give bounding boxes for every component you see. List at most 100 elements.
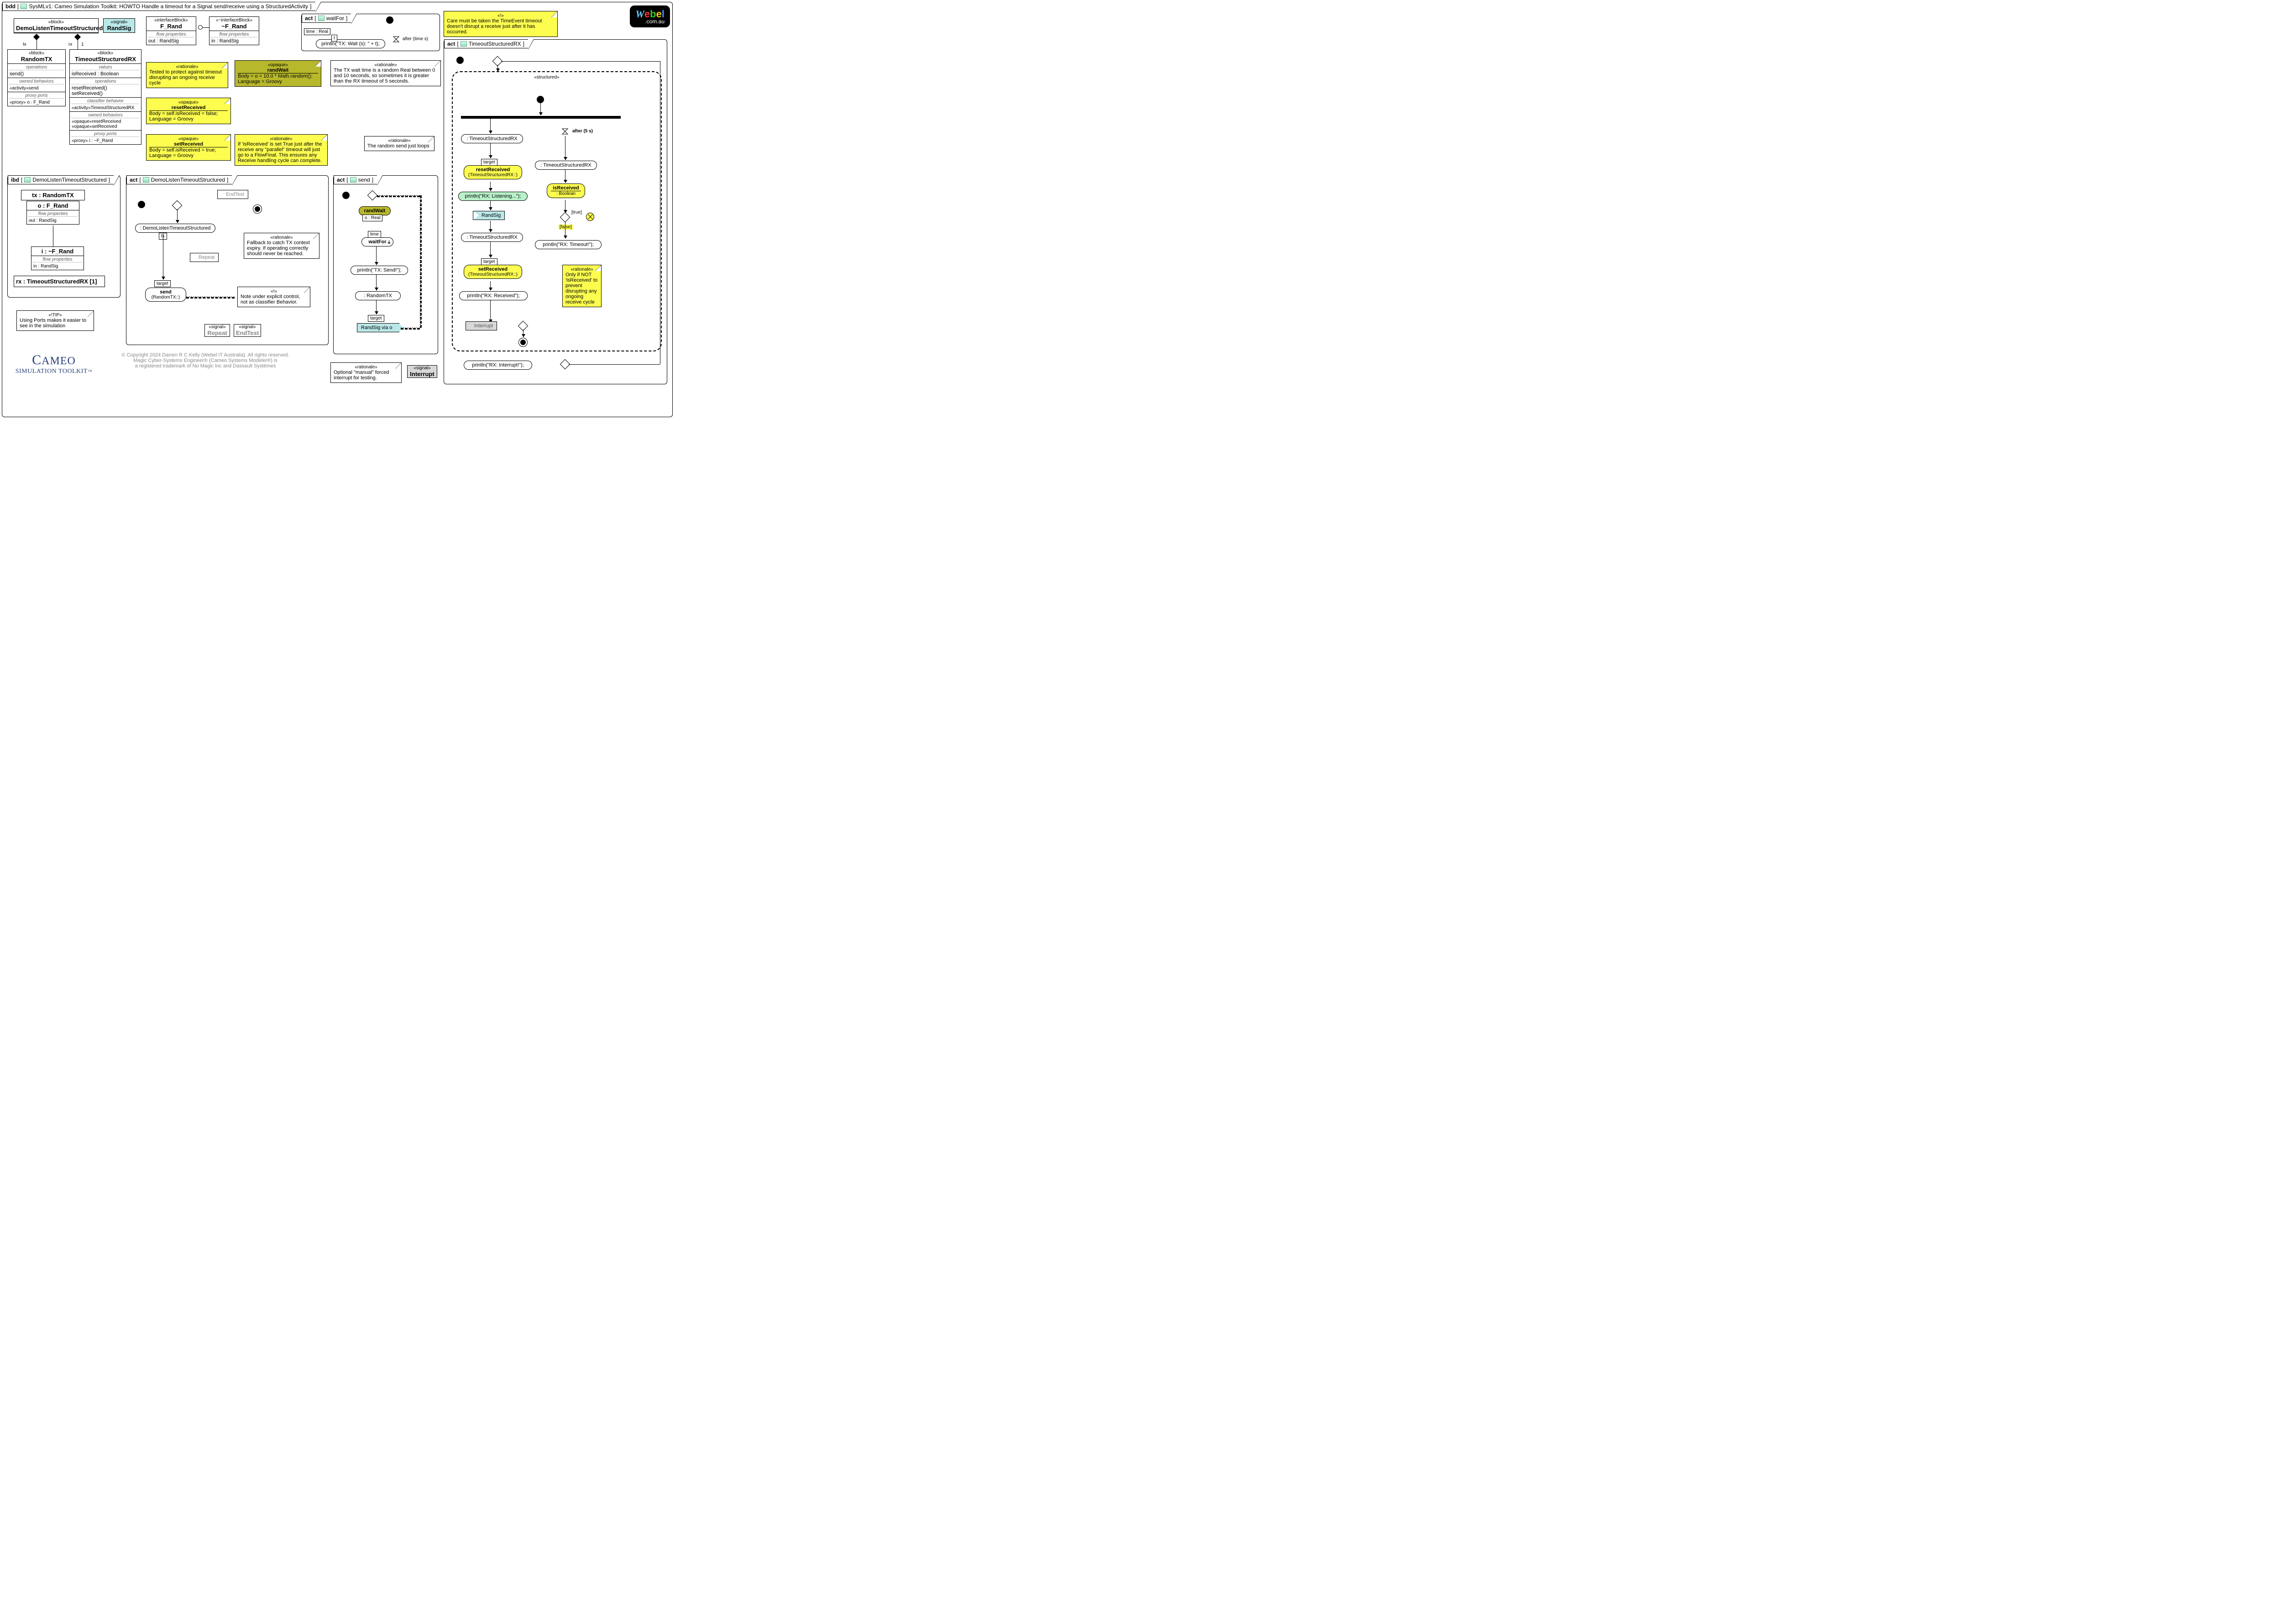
arrow — [490, 182, 491, 191]
accept-randsig: RandSig — [473, 211, 505, 220]
println-listening: println("RX: Listening..."); — [458, 192, 528, 201]
nm: EndTest — [234, 330, 261, 336]
send-randsig-via-o: RandSig via o — [357, 323, 399, 332]
arrow — [490, 143, 491, 158]
nm: TimeoutStructuredRX — [72, 56, 139, 63]
st: «rationale» — [334, 63, 438, 68]
nm: setReceived — [149, 141, 228, 147]
call-waitfor: waitFor ⏚ — [361, 237, 393, 246]
activity-icon — [143, 177, 149, 183]
v: «activity»TimeoutStructuredRX — [72, 105, 134, 110]
b: If 'isReceived' is set True just after t… — [238, 141, 325, 163]
h: proxy ports — [10, 93, 63, 99]
nm: send — [358, 177, 370, 183]
note-rationale-loop: «rationale» The random send just loops — [364, 136, 434, 151]
note-opaque-reset: «opaque» resetReceived Body = self.isRec… — [146, 98, 231, 124]
loop-line — [420, 195, 422, 328]
v: «proxy» i : ~F_Rand — [72, 138, 113, 143]
v: «opaque»resetReceived — [72, 119, 139, 124]
n: waitFor — [368, 239, 386, 245]
pin-target: target — [481, 159, 497, 166]
t: : Boolean — [551, 191, 581, 196]
v: «proxy» o : F_Rand — [10, 100, 50, 105]
waitfor-println: println("TX: Wait (s): " + t); — [316, 39, 385, 48]
cameo-logo: CAMEO SIMULATION TOOLKIT™ — [8, 352, 99, 375]
nm: Interrupt — [408, 371, 437, 377]
package-icon — [21, 4, 27, 9]
nm: Repeat — [205, 330, 230, 336]
initial-node — [342, 192, 350, 199]
guard-true: [true] — [571, 210, 582, 215]
st: «opaque» — [149, 136, 228, 141]
st: «signal» — [205, 325, 230, 330]
h: flow properties — [29, 211, 77, 217]
h: owned behaviors — [72, 113, 139, 118]
v: isReceived : Boolean — [72, 71, 119, 77]
loop-back — [501, 61, 660, 62]
b: Body = o = 10.0 * Math.random(); Languag… — [238, 73, 318, 84]
loop-line — [401, 328, 420, 330]
after-time-s: after (time s) — [403, 37, 428, 42]
v: in : RandSig — [211, 38, 239, 44]
pin-time: time — [368, 231, 381, 238]
cameo-bot: SIMULATION TOOLKIT™ — [8, 368, 99, 375]
arrow — [490, 119, 491, 133]
waitfor-tab: act [ waitFor] — [302, 14, 351, 23]
bdd-frame-tab: bdd [ SysMLv1: Cameo Simulation Toolkit:… — [2, 2, 315, 11]
arrow — [376, 275, 377, 290]
l3: a registered trademark of No Magic Inc a… — [105, 363, 306, 369]
println-interrupt: println("RX: Interrupt!"); — [464, 361, 532, 370]
dashed-link — [186, 297, 235, 299]
read-randomtx: : RandomTX — [355, 291, 401, 300]
b: Tested to protect against timeout disrup… — [149, 69, 225, 86]
pin-target: target — [368, 315, 384, 322]
call-send: send (RandomTX::) — [145, 288, 186, 302]
loop-back — [569, 364, 660, 365]
v: out : RandSig — [29, 218, 57, 223]
block-nfrand: «~interfaceBlock»~F_Rand flow properties… — [209, 16, 259, 45]
st: «opaque» — [238, 63, 318, 68]
act-demo-tab: act [ DemoListenTimeoutStructured] — [126, 175, 232, 184]
l: Repeat — [199, 255, 215, 260]
ibd-i: i : ~F_Rand flow propertiesin : RandSig — [31, 246, 84, 270]
b: Using Ports makes it easier to see in th… — [20, 318, 91, 329]
guard-false: [false] — [559, 225, 573, 230]
nm: randWait — [238, 68, 318, 73]
arrow — [490, 281, 491, 290]
sig-def-interrupt: «signal» Interrupt — [407, 365, 437, 378]
note-rationale-parallel: «rationale» If 'isReceived' is set True … — [235, 134, 328, 166]
nm: RandSig — [105, 25, 133, 31]
pin-target: target — [481, 258, 497, 265]
pin-o: o : Real — [362, 215, 382, 221]
note-opaque-set: «opaque» setReceived Body = self.isRecei… — [146, 134, 231, 161]
l: EndTest — [226, 192, 244, 197]
read-rx-1: : TimeoutStructuredRX — [461, 134, 523, 143]
role-rx: rx — [68, 42, 72, 47]
st: «!» — [241, 289, 307, 294]
arrow — [497, 65, 498, 71]
b: Note under explicit control, not as clas… — [241, 294, 307, 305]
h: flow properties — [148, 32, 194, 37]
note-manual: «rationale» Optional "manual" forced int… — [330, 362, 402, 383]
h: values — [72, 65, 139, 70]
read-rx-2: : TimeoutStructuredRX — [461, 233, 523, 242]
iface-conn-icon — [198, 25, 203, 30]
time-event-icon — [393, 36, 400, 43]
l2: Magic Cyber-Systems Engineer® (Cameo Sys… — [105, 358, 306, 363]
fork-bar — [461, 116, 621, 119]
note-opaque-randwait: «opaque» randWait Body = o = 10.0 * Math… — [235, 60, 321, 87]
h: owned behaviors — [10, 79, 63, 84]
arrow — [490, 242, 491, 257]
println-send: println("TX: Send!"); — [351, 266, 408, 275]
accept-interrupt: Interrupt — [466, 321, 497, 330]
nm: F_Rand — [148, 23, 194, 30]
b: Care must be taken the TimeEvent timeout… — [447, 18, 555, 35]
note-rationale-test: «rationale» Tested to protect against ti… — [146, 62, 228, 88]
copyright: © Copyright 2024 Darren R C Kelly (Webel… — [105, 352, 306, 369]
act-send-tab: act [ send] — [334, 175, 377, 184]
nm: resetReceived — [149, 105, 228, 110]
b: Optional "manual" forced interrupt for t… — [334, 370, 398, 381]
kw: ibd — [11, 177, 19, 183]
note-onlyif: «rationale» Only if NOT 'isReceived' to … — [562, 265, 602, 307]
println-timeout: println("RX: Timeout!"); — [535, 240, 602, 249]
